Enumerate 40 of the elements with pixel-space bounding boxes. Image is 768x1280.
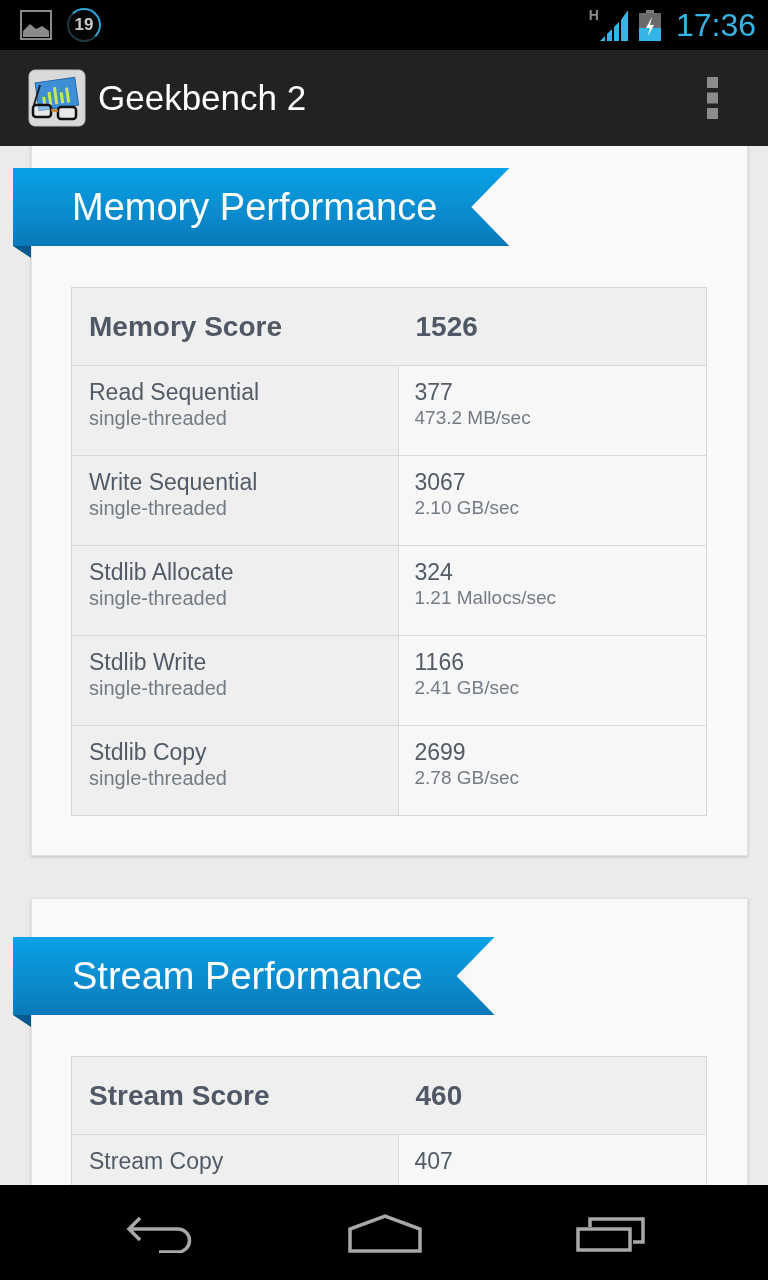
thread-mode: single-threaded	[89, 676, 228, 700]
benchmark-name: Read Sequential	[89, 379, 261, 406]
thread-mode: single-threaded	[89, 586, 228, 610]
benchmark-rate: 2.41 GB/sec	[414, 676, 521, 700]
notification-count: 19	[67, 8, 101, 42]
home-icon[interactable]	[348, 1214, 422, 1253]
benchmark-score: 1166	[414, 649, 465, 676]
network-type: H	[588, 8, 599, 22]
signal-icon	[599, 10, 628, 41]
app-icon[interactable]	[28, 69, 86, 127]
score-value: 1526	[414, 310, 479, 343]
benchmark-rate: 473.2 MB/sec	[414, 406, 532, 430]
benchmark-rate: 1.21 Mallocs/sec	[414, 586, 557, 610]
benchmark-rate: 2.78 GB/sec	[414, 766, 521, 790]
thread-mode: single-threaded	[89, 496, 228, 520]
section-title: Memory Performance	[72, 185, 438, 230]
benchmark-score: 3067	[414, 469, 467, 496]
benchmark-score: 377	[414, 379, 454, 406]
score-value: 460	[414, 1079, 464, 1112]
benchmark-score: 324	[414, 559, 454, 586]
section-title: Stream Performance	[72, 954, 423, 999]
benchmark-score: 2699	[414, 739, 467, 766]
benchmark-name: Stream Copy	[89, 1148, 225, 1175]
overflow-menu-icon[interactable]	[707, 77, 718, 119]
battery-charging-icon	[638, 10, 661, 41]
benchmark-name: Stdlib Allocate	[89, 559, 235, 586]
picture-icon	[20, 10, 52, 40]
thread-mode: single-threaded	[89, 766, 228, 790]
app-title: Geekbench 2	[98, 78, 308, 118]
benchmark-name: Write Sequential	[89, 469, 259, 496]
benchmark-name: Stdlib Copy	[89, 739, 208, 766]
thread-mode: single-threaded	[89, 406, 228, 430]
clock-time: 17:36	[675, 7, 756, 43]
benchmark-score: 407	[414, 1148, 454, 1175]
score-label: Stream Score	[88, 1079, 271, 1112]
benchmark-rate: 2.10 GB/sec	[414, 496, 521, 520]
recent-apps-icon[interactable]	[576, 1217, 645, 1252]
score-label: Memory Score	[88, 310, 283, 343]
back-icon[interactable]	[126, 1216, 194, 1253]
benchmark-name: Stdlib Write	[89, 649, 208, 676]
